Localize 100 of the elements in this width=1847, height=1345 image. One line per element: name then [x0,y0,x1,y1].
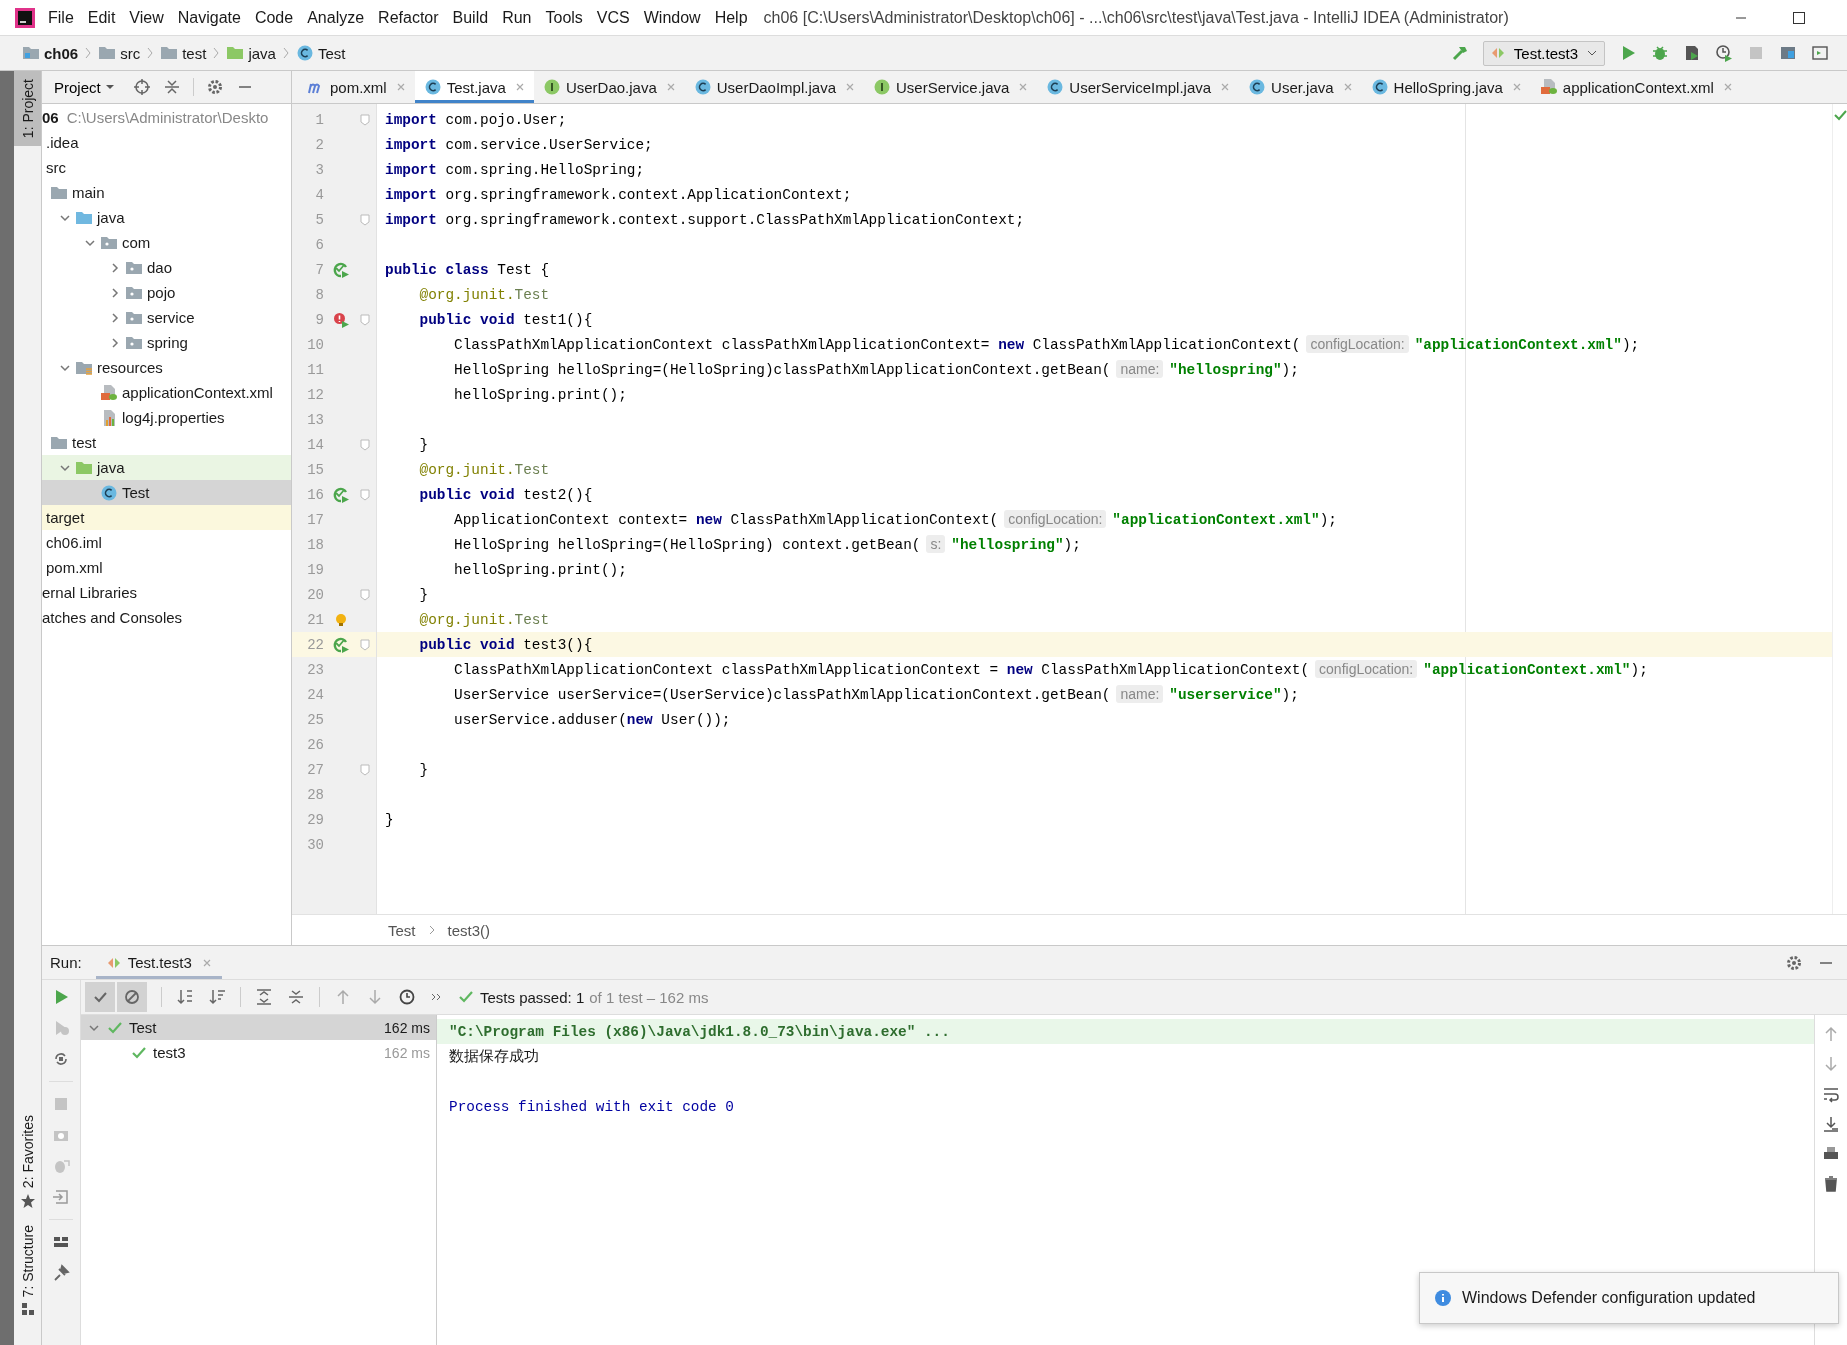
window-layout-icon[interactable] [1811,44,1829,62]
tree-item[interactable]: atches and Consoles [42,609,183,626]
tool-window-button[interactable]: 7: Structure [14,1216,41,1325]
scroll-to-end-icon[interactable] [1822,1115,1840,1133]
down-arrow-icon[interactable] [366,988,384,1006]
menu-item[interactable]: Analyze [307,8,365,27]
tree-item[interactable]: pojo [147,284,176,301]
next-occurrence-icon[interactable] [1822,1055,1840,1073]
tool-window-button[interactable]: 1: Project [14,71,41,147]
collapse-all-icon[interactable] [287,988,305,1006]
sort-alphabetically-icon[interactable] [176,988,194,1006]
tree-item[interactable]: main [72,184,105,201]
sort-by-duration-icon[interactable] [208,988,226,1006]
close-icon[interactable] [1511,82,1522,92]
export-test-icon[interactable] [52,1157,70,1175]
fold-marker-icon[interactable] [360,213,370,226]
tree-item[interactable]: 06 [42,109,59,126]
menu-item[interactable]: Refactor [378,8,439,27]
close-icon[interactable] [665,82,676,92]
menu-item[interactable]: View [129,8,164,27]
tree-item[interactable]: Test [122,484,150,501]
run-configuration-dropdown[interactable]: Test.test3 [1482,40,1605,66]
editor-tab[interactable]: applicationContext.xml [1530,71,1742,103]
collapse-all-icon[interactable] [162,78,181,96]
close-icon[interactable] [1342,82,1353,92]
menu-item[interactable]: Help [714,8,748,27]
tree-item[interactable]: pom.xml [46,559,103,576]
tree-item[interactable]: resources [97,359,163,376]
editor-tab[interactable]: Test.java [414,71,534,103]
breadcrumb[interactable]: src [98,44,141,62]
editor-tab[interactable]: UserDaoImpl.java [684,71,864,103]
run-test-icon[interactable] [333,261,349,278]
expand-all-icon[interactable] [255,988,273,1006]
coverage-icon[interactable] [1683,44,1701,62]
tree-item[interactable]: .idea [46,134,79,151]
fold-marker-icon[interactable] [360,438,370,451]
show-ignored-icon[interactable] [123,988,141,1006]
app-logo-icon[interactable] [14,6,36,29]
soft-wrap-icon[interactable] [1822,1085,1840,1103]
tree-item[interactable]: ch06.iml [46,534,102,551]
menu-item[interactable]: Edit [87,8,116,27]
test-item[interactable]: test3 [153,1044,379,1061]
tree-item[interactable]: applicationContext.xml [122,384,273,401]
fold-marker-icon[interactable] [360,763,370,776]
profile-icon[interactable] [1715,44,1733,62]
editor-tab[interactable]: User.java [1239,71,1362,103]
menu-item[interactable]: File [48,8,74,27]
editor-tab[interactable]: UserDao.java [533,71,685,103]
tree-item[interactable]: com [122,234,151,251]
tool-window-button[interactable]: 2: Favorites [14,1107,41,1217]
editor-tab[interactable]: UserServiceImpl.java [1037,71,1240,103]
breadcrumb[interactable]: Test [388,921,416,939]
close-icon[interactable] [845,82,855,92]
tree-item[interactable]: src [46,159,66,176]
inspection-ok-icon[interactable] [1833,108,1847,122]
menu-item[interactable]: Tools [545,8,583,27]
tree-item[interactable]: target [46,509,85,526]
stop-icon[interactable] [1747,44,1765,62]
notification-balloon[interactable]: Windows Defender configuration updated [1419,1272,1839,1324]
history-icon[interactable] [398,988,416,1006]
tree-item[interactable]: test [72,434,97,451]
build-hammer-icon[interactable] [1450,44,1469,62]
breadcrumb[interactable]: Test [295,44,346,62]
close-icon[interactable] [1722,82,1733,92]
settings-icon[interactable] [205,78,224,96]
menu-item[interactable]: Window [643,8,701,27]
fold-marker-icon[interactable] [360,488,370,501]
run-test-icon[interactable] [333,636,349,653]
close-icon[interactable] [514,82,525,92]
view-dropdown[interactable]: Project [50,78,121,96]
fold-marker-icon[interactable] [360,588,370,601]
tree-item[interactable]: java [97,459,125,476]
menu-item[interactable]: Run [502,8,532,27]
close-icon[interactable] [1220,82,1231,92]
fold-marker-icon[interactable] [360,313,370,326]
run-test-icon[interactable] [333,486,349,503]
tree-item[interactable]: java [97,209,125,226]
editor-tab[interactable]: HelloSpring.java [1361,71,1531,103]
menu-item[interactable]: Navigate [177,8,241,27]
locate-icon[interactable] [132,78,151,96]
breadcrumb[interactable]: test3() [447,921,491,939]
tree-item[interactable]: spring [147,334,188,351]
editor-tab[interactable]: UserService.java [864,71,1038,103]
import-test-icon[interactable] [52,1188,70,1206]
debug-icon[interactable] [1651,44,1669,62]
pin-icon[interactable] [52,1264,70,1282]
menu-item[interactable]: VCS [596,8,630,27]
close-icon[interactable] [395,82,406,92]
maximize-window-icon[interactable] [1791,9,1807,26]
lightbulb-icon[interactable] [333,611,349,628]
fold-marker-icon[interactable] [360,638,370,651]
tree-item[interactable]: service [147,309,195,326]
breadcrumb[interactable]: test [160,44,207,62]
tree-item[interactable]: log4j.properties [122,409,225,426]
editor-tab[interactable]: pom.xml [298,71,415,103]
tree-item[interactable]: dao [147,259,173,276]
menu-item[interactable]: Code [254,8,294,27]
close-icon[interactable] [1018,82,1029,92]
breadcrumb[interactable]: ch06 [22,44,79,62]
run-tab[interactable]: Test.test3 [95,946,222,979]
